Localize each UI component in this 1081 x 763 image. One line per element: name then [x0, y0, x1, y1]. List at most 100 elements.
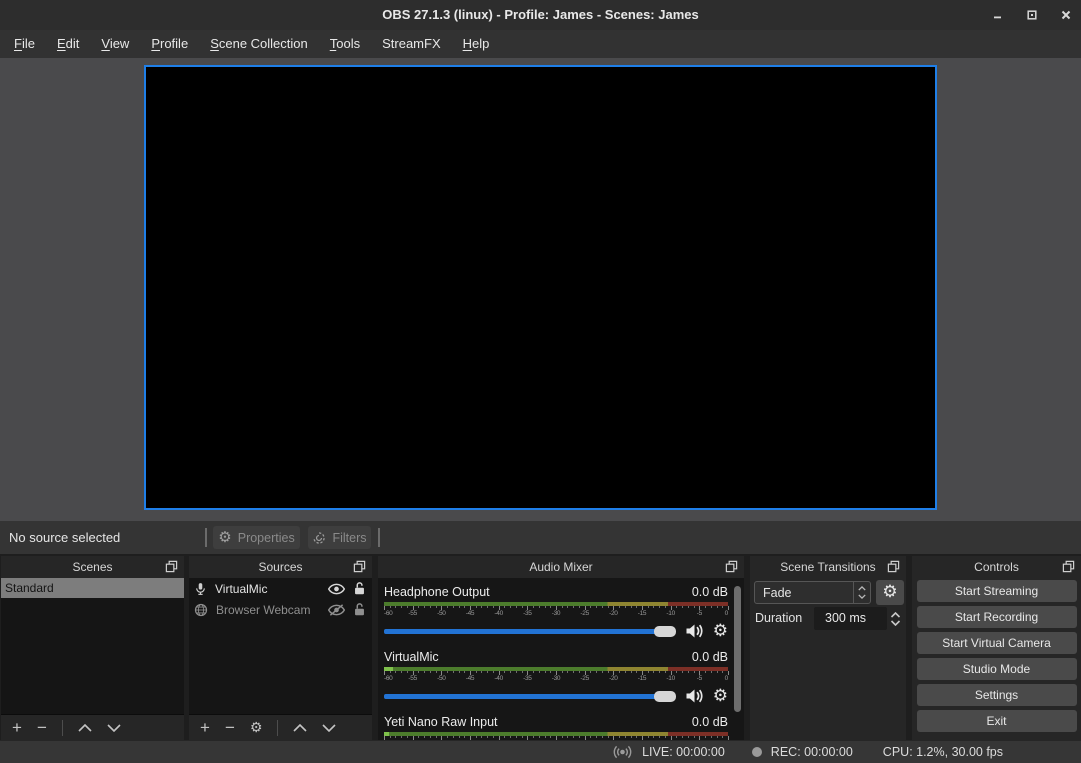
volume-slider-handle[interactable] [654, 691, 676, 702]
sources-panel-header[interactable]: Sources [189, 556, 372, 578]
audio-mixer-header[interactable]: Audio Mixer [378, 556, 744, 578]
tick-mark [717, 671, 718, 673]
channel-settings-gear-icon[interactable]: ⚙ [713, 688, 728, 705]
controls-panel-header[interactable]: Controls [912, 556, 1081, 578]
meter-tick-labels: -60-55-50-45-40-35-30-25-20-15-10-50 [384, 675, 728, 683]
transition-value: Fade [755, 586, 853, 600]
tick-mark [504, 671, 505, 673]
tick-mark [459, 736, 460, 738]
tick-label: -55 [408, 610, 417, 617]
filters-label: Filters [332, 531, 366, 545]
filters-button[interactable]: Filters [308, 526, 371, 549]
maximize-icon[interactable] [1026, 10, 1037, 21]
volume-slider[interactable] [384, 629, 676, 634]
tick-mark [516, 736, 517, 738]
tick-mark [453, 606, 454, 608]
menu-item-help[interactable]: Help [452, 30, 501, 58]
lock-open-icon[interactable] [353, 581, 366, 596]
tick-mark [533, 671, 534, 673]
preview-canvas[interactable] [144, 65, 937, 510]
settings-button[interactable]: Settings [917, 684, 1077, 706]
tick-label: -20 [609, 675, 618, 682]
tick-mark [476, 606, 477, 608]
studio-mode-button[interactable]: Studio Mode [917, 658, 1077, 680]
tick-label: -55 [408, 675, 417, 682]
exit-button[interactable]: Exit [917, 710, 1077, 732]
volume-slider[interactable] [384, 694, 676, 699]
controls-panel-title: Controls [974, 560, 1019, 574]
menu-item-view[interactable]: View [90, 30, 140, 58]
close-icon[interactable] [1060, 10, 1071, 21]
menu-item-file[interactable]: File [3, 30, 46, 58]
menu-item-streamfx[interactable]: StreamFX [371, 30, 452, 58]
eye-slash-icon[interactable] [328, 604, 345, 616]
tick-mark [590, 606, 591, 608]
tick-mark [688, 606, 689, 608]
move-scene-down-icon[interactable] [107, 724, 121, 732]
volume-slider-handle[interactable] [654, 626, 676, 637]
status-bar: LIVE: 00:00:00 REC: 00:00:00 CPU: 1.2%, … [0, 740, 1081, 763]
start-recording-button[interactable]: Start Recording [917, 606, 1077, 628]
remove-scene-icon[interactable]: − [37, 719, 47, 736]
mixer-channel-header: Headphone Output0.0 dB [384, 580, 728, 599]
speaker-icon[interactable] [685, 688, 704, 704]
menu-item-profile[interactable]: Profile [140, 30, 199, 58]
menu-item-edit[interactable]: Edit [46, 30, 90, 58]
menu-item-scene-collection[interactable]: Scene Collection [199, 30, 319, 58]
start-streaming-button[interactable]: Start Streaming [917, 580, 1077, 602]
add-source-icon[interactable]: + [200, 719, 210, 736]
tick-mark [401, 671, 402, 673]
footer-separator [62, 720, 63, 736]
tick-mark [602, 736, 603, 738]
move-scene-up-icon[interactable] [78, 724, 92, 732]
tick-mark [625, 736, 626, 738]
transition-select[interactable]: Fade [754, 581, 871, 604]
tick-mark [453, 671, 454, 673]
menu-item-tools[interactable]: Tools [319, 30, 371, 58]
tick-label: -45 [466, 610, 475, 617]
window-controls [992, 0, 1071, 30]
add-scene-icon[interactable]: + [12, 719, 22, 736]
popout-icon[interactable] [165, 560, 178, 573]
source-list-item[interactable]: VirtualMic [189, 578, 372, 599]
tick-mark [487, 606, 488, 608]
lock-open-icon[interactable] [353, 602, 366, 617]
tick-mark [533, 736, 534, 738]
minimize-icon[interactable] [992, 10, 1003, 21]
tick-mark [717, 606, 718, 608]
source-properties-gear-icon[interactable]: ⚙ [250, 721, 263, 735]
scene-transitions-header[interactable]: Scene Transitions [750, 556, 906, 578]
eye-icon[interactable] [328, 583, 345, 595]
tick-mark [619, 736, 620, 738]
popout-icon[interactable] [725, 560, 738, 573]
audio-mixer-panel: Audio Mixer Headphone Output0.0 dB -60-55… [378, 556, 744, 740]
move-source-up-icon[interactable] [293, 724, 307, 732]
tick-mark [590, 736, 591, 738]
move-source-down-icon[interactable] [322, 724, 336, 732]
source-list-item[interactable]: Browser Webcam [189, 599, 372, 620]
popout-icon[interactable] [887, 560, 900, 573]
scene-list-item[interactable]: Standard [1, 578, 184, 598]
mixer-scrollbar[interactable] [734, 586, 741, 712]
tick-mark [602, 606, 603, 608]
channel-settings-gear-icon[interactable]: ⚙ [713, 623, 728, 640]
tick-mark [436, 736, 437, 738]
speaker-icon[interactable] [685, 623, 704, 639]
duration-spinner[interactable] [887, 607, 904, 630]
scenes-panel-header[interactable]: Scenes [1, 556, 184, 578]
popout-icon[interactable] [353, 560, 366, 573]
tick-mark [453, 736, 454, 738]
tick-mark [665, 736, 666, 738]
properties-button[interactable]: ⚙ Properties [213, 526, 300, 549]
tick-mark [539, 736, 540, 738]
duration-input[interactable]: 300 ms [814, 607, 887, 630]
tick-mark [705, 606, 706, 608]
popout-icon[interactable] [1062, 560, 1075, 573]
start-virtual-camera-button[interactable]: Start Virtual Camera [917, 632, 1077, 654]
sources-panel-title: Sources [258, 560, 302, 574]
tick-mark [390, 606, 391, 608]
remove-source-icon[interactable]: − [225, 719, 235, 736]
transition-properties-button[interactable]: ⚙ [876, 580, 904, 605]
scenes-panel: Scenes Standard + − [1, 556, 184, 740]
tick-mark [550, 671, 551, 673]
